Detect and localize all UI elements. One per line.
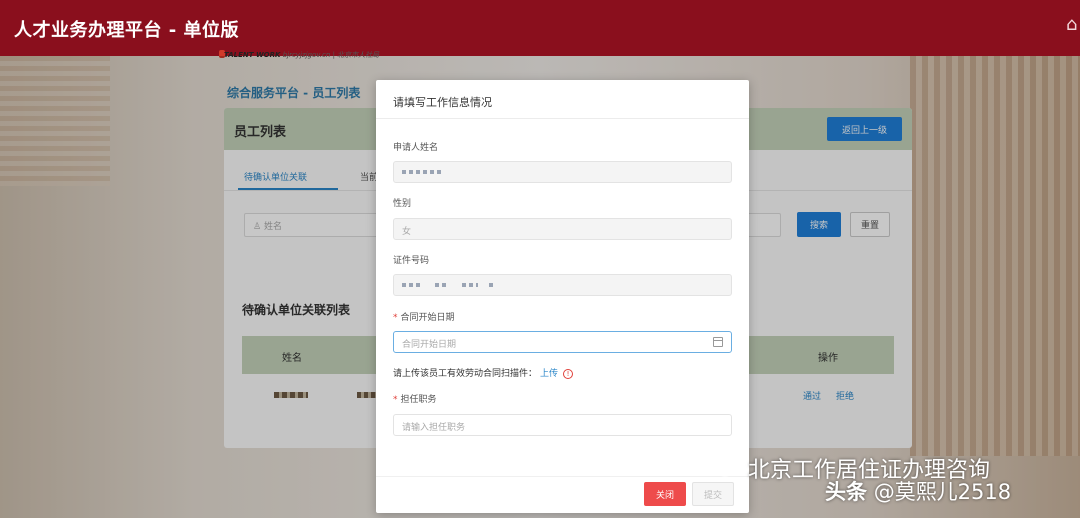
app-title: 人才业务办理平台 - 单位版 xyxy=(14,20,240,41)
contract-start-label-text: 合同开始日期 xyxy=(400,313,455,323)
redacted-id-part xyxy=(488,282,495,287)
watermark-brand-name: 头条 xyxy=(825,480,867,504)
dialog-divider xyxy=(376,118,749,119)
watermark-handle: @莫熙儿2518 xyxy=(873,480,1012,504)
redacted-id-part xyxy=(461,282,478,287)
gender-field: 女 xyxy=(393,218,732,240)
position-label: * 担任职务 xyxy=(393,392,437,405)
close-button[interactable]: 关闭 xyxy=(644,482,686,506)
calendar-icon[interactable] xyxy=(713,337,723,347)
id-number-label: 证件号码 xyxy=(393,256,430,266)
contract-start-date-picker[interactable]: 合同开始日期 xyxy=(393,331,732,353)
top-bar: 人才业务办理平台 - 单位版 ⌂ xyxy=(0,0,1080,56)
upload-contract-row: 请上传该员工有效劳动合同扫描件： 上传! xyxy=(393,366,574,379)
upload-instruction: 请上传该员工有效劳动合同扫描件： xyxy=(393,369,538,379)
work-info-dialog: 请填写工作信息情况 申请人姓名 性别 女 证件号码 * 合同开始日期 合同开始日期… xyxy=(376,80,749,513)
redacted-id-part xyxy=(402,282,422,287)
dialog-title: 请填写工作信息情况 xyxy=(393,96,492,109)
redacted-name xyxy=(402,169,442,174)
home-icon[interactable]: ⌂ xyxy=(1066,14,1080,34)
dialog-footer-divider xyxy=(376,476,749,477)
submit-button[interactable]: 提交 xyxy=(692,482,734,506)
wechat-icon xyxy=(700,453,736,477)
position-input[interactable]: 请输入担任职务 xyxy=(393,414,732,436)
watermark-brand: 头条 @莫熙儿2518 xyxy=(825,476,1011,506)
gender-label: 性别 xyxy=(393,199,412,209)
upload-link[interactable]: 上传 xyxy=(540,369,558,379)
contract-start-label: * 合同开始日期 xyxy=(393,310,455,323)
id-number-field xyxy=(393,274,732,296)
required-mark: * xyxy=(393,313,398,323)
position-label-text: 担任职务 xyxy=(400,395,437,405)
contract-start-placeholder: 合同开始日期 xyxy=(402,340,457,350)
redacted-id-part xyxy=(434,282,449,287)
info-icon[interactable]: ! xyxy=(563,368,574,379)
required-mark: * xyxy=(393,395,398,405)
applicant-name-field xyxy=(393,161,732,183)
position-placeholder: 请输入担任职务 xyxy=(402,423,466,433)
applicant-name-label: 申请人姓名 xyxy=(393,143,439,153)
